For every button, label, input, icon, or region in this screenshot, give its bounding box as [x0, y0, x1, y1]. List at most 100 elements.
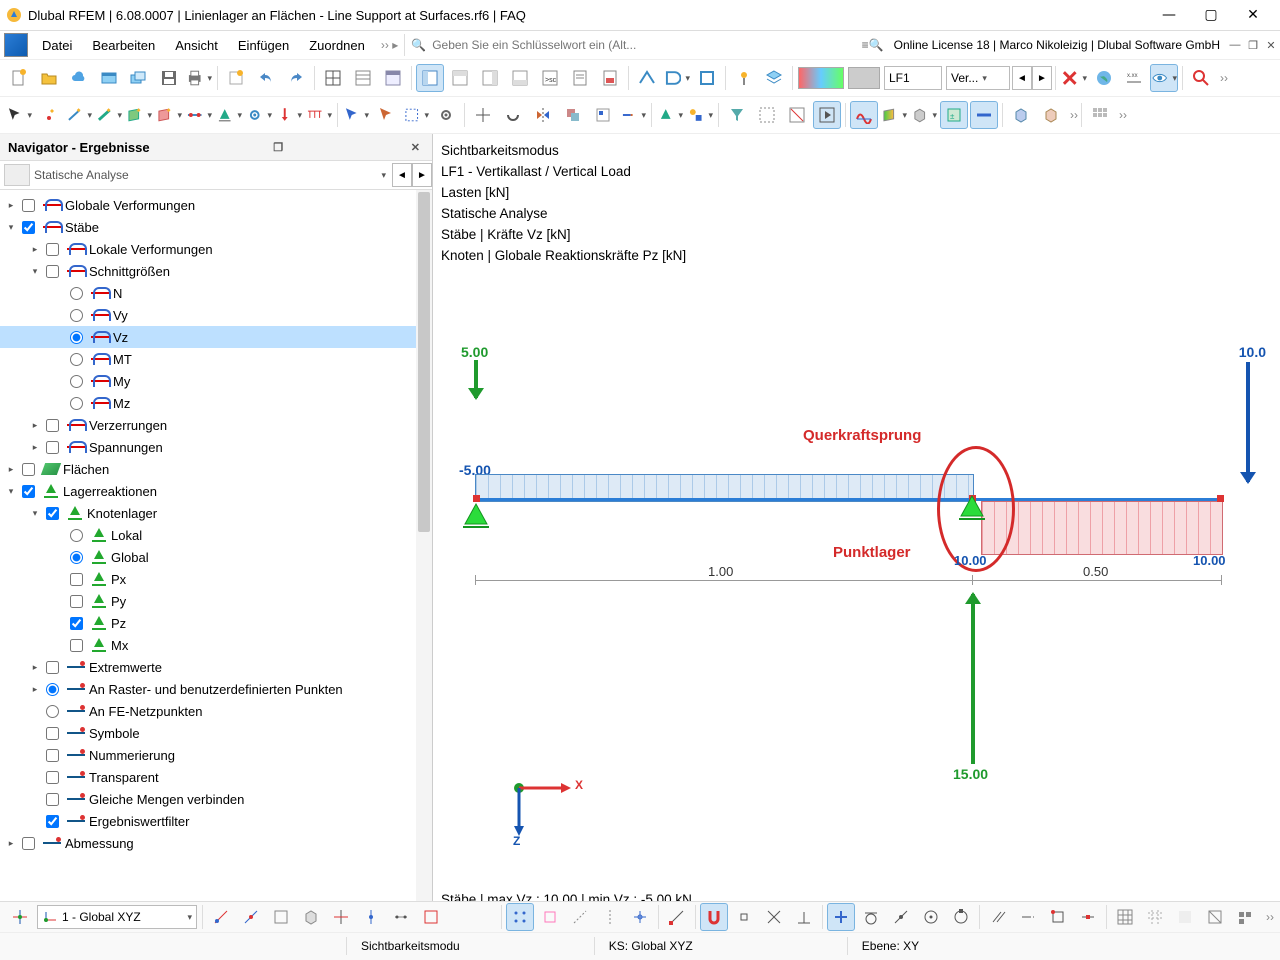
rb-vz[interactable] [70, 331, 83, 344]
rb-mt[interactable] [70, 353, 83, 366]
tree-extremwerte[interactable]: Extremwerte [89, 660, 162, 675]
cube1-icon[interactable] [1007, 101, 1035, 129]
footer-cs-icon[interactable] [6, 903, 34, 931]
navigator-float[interactable]: ❐ [269, 141, 287, 154]
toolbar2-overflow[interactable]: ›› [1070, 108, 1078, 122]
grid-big-icon[interactable] [1086, 101, 1114, 129]
cb-px[interactable] [70, 573, 83, 586]
cb-pz[interactable] [70, 617, 83, 630]
tree-py[interactable]: Py [111, 594, 126, 609]
offset-icon[interactable] [559, 101, 587, 129]
minimize-button[interactable]: — [1148, 1, 1190, 29]
ft-e[interactable] [327, 903, 355, 931]
ft-h[interactable] [417, 903, 445, 931]
snap-par[interactable] [984, 903, 1012, 931]
panel4-icon[interactable] [506, 64, 534, 92]
tree-knotenlager[interactable]: Knotenlager [87, 506, 157, 521]
surf-res-icon[interactable]: ▾ [880, 101, 908, 129]
load-star-icon[interactable]: ▾ [275, 101, 303, 129]
layers-icon[interactable] [760, 64, 788, 92]
rb-fe[interactable] [46, 705, 59, 718]
tree-lokale-verformungen[interactable]: Lokale Verformungen [89, 242, 213, 257]
tree-globale-verformungen[interactable]: Globale Verformungen [65, 198, 195, 213]
tree-nummerierung[interactable]: Nummerierung [89, 748, 175, 763]
maximize-button[interactable]: ▢ [1190, 1, 1232, 29]
snap-ext2[interactable] [1014, 903, 1042, 931]
scale-icon[interactable] [589, 101, 617, 129]
play-icon[interactable] [813, 101, 841, 129]
snap-ins[interactable] [1044, 903, 1072, 931]
snap-int[interactable] [760, 903, 788, 931]
ft-b[interactable] [237, 903, 265, 931]
form1-icon[interactable] [349, 64, 377, 92]
rb-n[interactable] [70, 287, 83, 300]
tree-px[interactable]: Px [111, 572, 126, 587]
tree-vz[interactable]: Vz [113, 330, 128, 345]
color-scale[interactable] [798, 67, 844, 89]
view-c-icon[interactable] [693, 64, 721, 92]
snap-grid[interactable] [506, 903, 534, 931]
snap-ortho[interactable] [827, 903, 855, 931]
open-star-icon[interactable]: ▾ [155, 101, 183, 129]
tree-mt[interactable]: MT [113, 352, 132, 367]
script-icon[interactable]: >sc [536, 64, 564, 92]
snap-guide[interactable] [596, 903, 624, 931]
cb-mx[interactable] [70, 639, 83, 652]
tree-mz[interactable]: Mz [113, 396, 130, 411]
snap-magnet[interactable] [700, 903, 728, 931]
open-icon[interactable] [35, 64, 63, 92]
dist-star-icon[interactable]: ▾ [305, 101, 333, 129]
grid-tb2[interactable] [1141, 903, 1169, 931]
snap-near[interactable] [887, 903, 915, 931]
tree-global[interactable]: Global [111, 550, 149, 565]
report2-icon[interactable] [596, 64, 624, 92]
snap-line[interactable] [566, 903, 594, 931]
cb-ergebnis[interactable] [46, 815, 59, 828]
sup-tool-icon[interactable]: ▾ [656, 101, 684, 129]
tree-gleiche[interactable]: Gleiche Mengen verbinden [89, 792, 244, 807]
model-view[interactable]: Sichtbarkeitsmodus LF1 - Vertikallast / … [433, 134, 1280, 934]
new-icon[interactable] [5, 64, 33, 92]
search-input[interactable] [430, 34, 694, 56]
sel-all-icon[interactable] [753, 101, 781, 129]
gray-scale[interactable] [848, 67, 880, 89]
cb-global-def[interactable] [22, 199, 35, 212]
misc-tool-icon[interactable]: ▾ [686, 101, 714, 129]
cb-gleiche[interactable] [46, 793, 59, 806]
cs-combo[interactable]: 1 - Global XYZ▾ [37, 905, 197, 929]
diagram-icon[interactable] [850, 101, 878, 129]
panel2-icon[interactable] [446, 64, 474, 92]
tree-lokal[interactable]: Lokal [111, 528, 142, 543]
mdi-minimize[interactable]: — [1227, 38, 1243, 52]
snap-end[interactable] [663, 903, 691, 931]
beam-star-icon[interactable]: ▾ [95, 101, 123, 129]
tree-ergebnis[interactable]: Ergebniswertfilter [89, 814, 189, 829]
grid-tb3[interactable] [1171, 903, 1199, 931]
ft-d[interactable] [297, 903, 325, 931]
snap-cen[interactable] [917, 903, 945, 931]
panel1-icon[interactable] [416, 64, 444, 92]
extend-icon[interactable]: ▾ [619, 101, 647, 129]
pin-icon[interactable] [730, 64, 758, 92]
del-res-icon[interactable]: ▾ [1060, 64, 1088, 92]
tree-stabe[interactable]: Stäbe [65, 220, 99, 235]
snap-mid[interactable] [730, 903, 758, 931]
rb-global[interactable] [70, 551, 83, 564]
rb-mz[interactable] [70, 397, 83, 410]
tree-lagerreaktionen[interactable]: Lagerreaktionen [63, 484, 157, 499]
menu-view[interactable]: Ansicht [165, 34, 228, 57]
cb-flachen[interactable] [22, 463, 35, 476]
tree-n[interactable]: N [113, 286, 122, 301]
cube2-icon[interactable] [1037, 101, 1065, 129]
report-icon[interactable] [566, 64, 594, 92]
footer-overflow[interactable]: ›› [1266, 910, 1274, 924]
tree-spannungen[interactable]: Spannungen [89, 440, 163, 455]
ft-g[interactable] [387, 903, 415, 931]
tree-mx[interactable]: Mx [111, 638, 128, 653]
blocks-icon[interactable] [125, 64, 153, 92]
menu-edit[interactable]: Bearbeiten [82, 34, 165, 57]
tree-abmessung[interactable]: Abmessung [65, 836, 134, 851]
sup-star-icon[interactable]: ▾ [215, 101, 243, 129]
cb-extrem[interactable] [46, 661, 59, 674]
desel-icon[interactable] [783, 101, 811, 129]
